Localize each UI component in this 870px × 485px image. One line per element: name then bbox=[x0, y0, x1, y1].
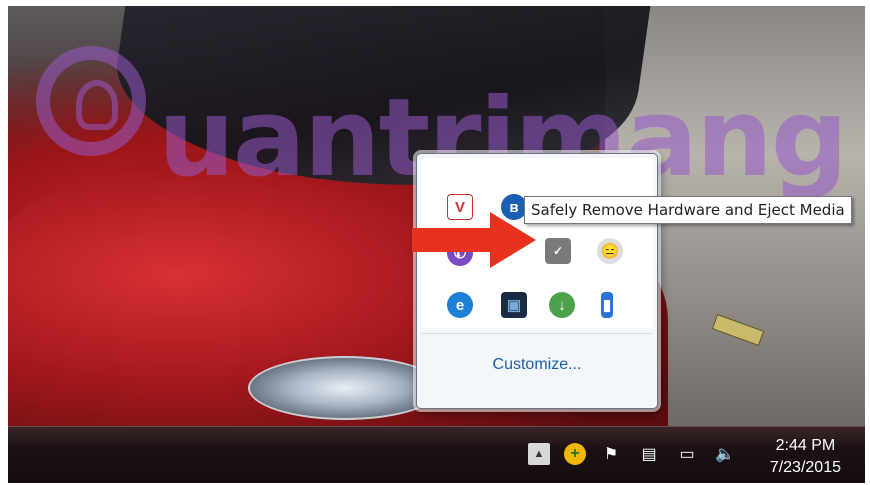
clock[interactable]: 2:44 PM 7/23/2015 bbox=[770, 435, 841, 479]
green-plus-icon[interactable]: + bbox=[564, 443, 586, 465]
network-icon[interactable]: ▭ bbox=[676, 443, 698, 465]
watermark-logo-icon bbox=[36, 46, 146, 156]
customize-link[interactable]: Customize... bbox=[417, 356, 657, 374]
flyout-divider bbox=[421, 333, 653, 334]
taskbar: ▲ + ⚑ ▤ ▭ 🔈 2:44 PM 7/23/2015 bbox=[8, 426, 865, 483]
arrow-shape bbox=[412, 212, 536, 268]
usb-tray-icon[interactable]: ▤ bbox=[638, 443, 660, 465]
show-hidden-icons-icon[interactable]: ▲ bbox=[528, 443, 550, 465]
idm-download-icon[interactable]: ↓ bbox=[549, 292, 575, 318]
action-center-flag-icon[interactable]: ⚑ bbox=[600, 443, 622, 465]
network-monitor-icon[interactable]: ▣ bbox=[501, 292, 527, 318]
internet-explorer-icon[interactable]: e bbox=[447, 292, 473, 318]
usb-safely-remove-icon[interactable]: ✓ bbox=[545, 238, 571, 264]
volume-icon[interactable]: 🔈 bbox=[714, 443, 736, 465]
clock-date: 7/23/2015 bbox=[769, 459, 841, 476]
car-headlight bbox=[248, 356, 442, 420]
tooltip: Safely Remove Hardware and Eject Media bbox=[524, 196, 852, 224]
notification-area-overflow: Vʙ ✆ ✓ 😑 e ▣ ↓ ▮ Customize... bbox=[416, 153, 658, 409]
emoticon-icon[interactable]: 😑 bbox=[597, 238, 623, 264]
red-arrow-annotation bbox=[412, 212, 536, 268]
clock-time: 2:44 PM bbox=[775, 437, 836, 454]
usb-device-icon[interactable]: ▮ bbox=[601, 292, 613, 318]
